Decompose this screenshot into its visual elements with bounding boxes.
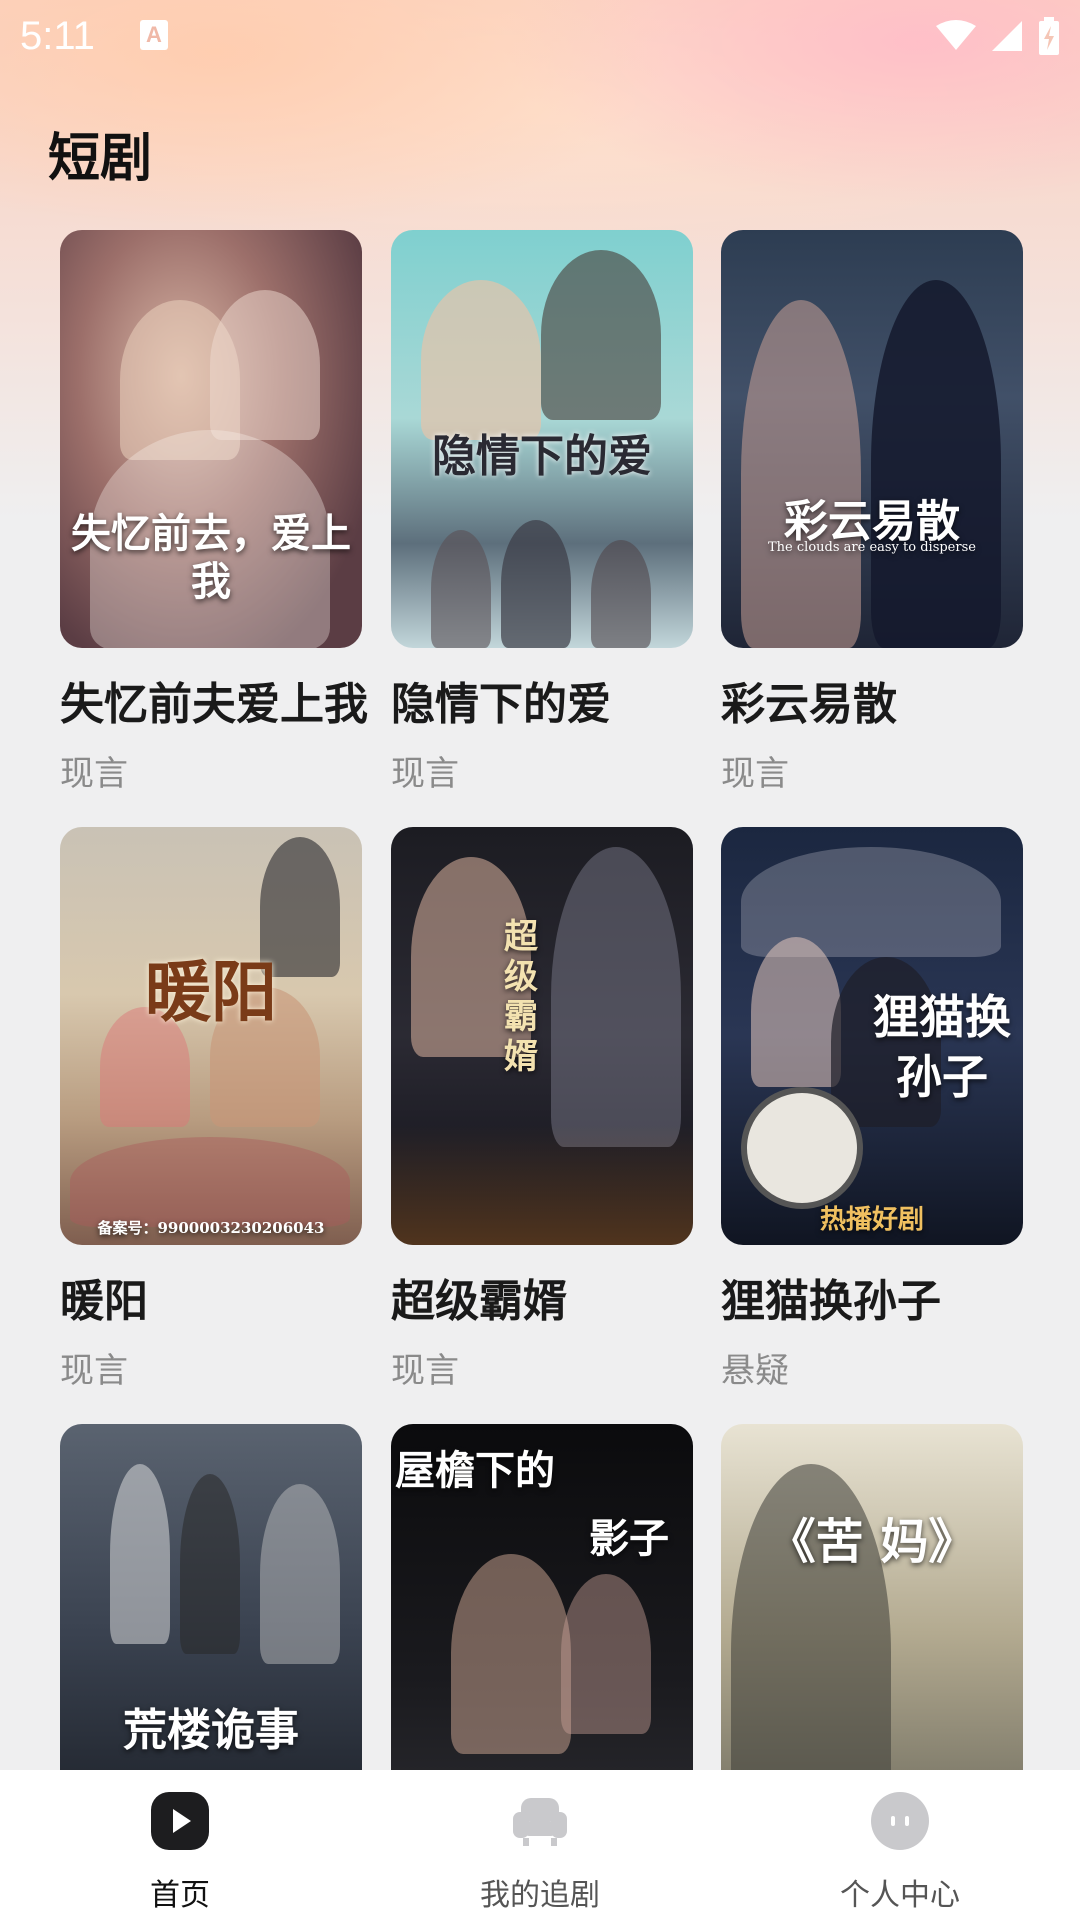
drama-genre: 悬疑 <box>721 1351 789 1391</box>
drama-title: 隐情下的爱 <box>391 679 611 730</box>
poster-figure <box>751 937 841 1087</box>
drama-card[interactable]: 隐情下的爱 隐情下的爱 现言 <box>391 230 693 795</box>
drama-genre: 现言 <box>60 754 128 794</box>
poster-figure <box>541 250 661 420</box>
drama-poster[interactable]: 超级霸婿 <box>391 827 693 1245</box>
poster-figure <box>451 1554 571 1754</box>
poster-figure <box>110 1464 170 1644</box>
drama-poster[interactable]: 隐情下的爱 <box>391 230 693 648</box>
nav-profile[interactable]: 个人中心 <box>720 1770 1080 1920</box>
drama-card[interactable]: 暖阳 备案号：99000032302060​43 暖阳 现言 <box>60 827 362 1392</box>
drama-poster[interactable]: 狸猫换孙子 热播好剧 <box>721 827 1023 1245</box>
poster-figure <box>551 847 681 1147</box>
sofa-icon <box>513 1798 567 1846</box>
poster-figure <box>871 280 1001 648</box>
nav-label: 我的追剧 <box>480 1878 600 1913</box>
drama-title: 超级霸婿 <box>391 1276 567 1327</box>
drama-genre: 现言 <box>721 754 789 794</box>
status-icons <box>936 14 1060 58</box>
battery-icon <box>1039 17 1059 55</box>
poster-title: 《苦 妈》 <box>767 1514 977 1570</box>
drama-title: 狸猫换孙子 <box>721 1276 941 1327</box>
poster-figure <box>180 1474 240 1654</box>
poster-subtitle: 备案号：99000032302060​43 <box>97 1219 325 1237</box>
drama-poster[interactable]: 暖阳 备案号：99000032302060​43 <box>60 827 362 1245</box>
nav-label: 首页 <box>150 1878 210 1913</box>
poster-title: 荒楼诡事 <box>123 1705 299 1756</box>
nav-home[interactable]: 首页 <box>0 1770 360 1920</box>
nav-label: 个人中心 <box>840 1878 960 1913</box>
poster-figure <box>210 290 320 440</box>
poster-figure <box>70 1137 350 1227</box>
poster-title: 暖阳 <box>145 953 277 1031</box>
poster-title: 狸猫换孙子 <box>873 990 1011 1104</box>
drama-poster[interactable]: 失忆前去，爱上我 <box>60 230 362 648</box>
poster-figure <box>431 530 491 648</box>
poster-figure <box>591 540 651 648</box>
poster-figure <box>421 280 541 440</box>
drama-genre: 现言 <box>391 754 459 794</box>
poster-figure <box>561 1574 651 1734</box>
face-icon <box>871 1792 929 1850</box>
status-bar: 5:11 A <box>0 0 1080 72</box>
poster-title-2: 影子 <box>589 1515 669 1562</box>
drama-card[interactable]: 狸猫换孙子 热播好剧 狸猫换孙子 悬疑 <box>721 827 1023 1392</box>
drama-title: 彩云易散 <box>721 679 897 730</box>
drama-card[interactable]: 失忆前去，爱上我 失忆前夫爱上我 现言 <box>60 230 368 795</box>
drama-card[interactable]: 超级霸婿 超级霸婿 现言 <box>391 827 693 1392</box>
poster-title: 隐情下的爱 <box>432 431 652 482</box>
poster-title: 失忆前去，爱上我 <box>71 510 351 605</box>
clock-icon <box>741 1087 863 1209</box>
play-icon <box>151 1792 209 1850</box>
poster-subtitle: The clouds are easy to disperse <box>768 540 976 555</box>
wifi-icon <box>936 20 976 50</box>
page-title: 短剧 <box>48 129 153 189</box>
drama-poster[interactable]: 彩云易散 The clouds are easy to disperse <box>721 230 1023 648</box>
drama-card[interactable]: 彩云易散 The clouds are easy to disperse 彩云易… <box>721 230 1023 795</box>
nav-my-dramas[interactable]: 我的追剧 <box>360 1770 720 1920</box>
notification-a-icon: A <box>140 20 168 50</box>
poster-subtitle: 热播好剧 <box>819 1205 924 1235</box>
app-root: 5:11 A 短剧 失忆前去，爱上我 失忆前夫爱上我 现言 隐情下的爱 隐情下的… <box>0 0 1080 1920</box>
poster-figure <box>501 520 571 648</box>
status-time: 5:11 <box>20 14 95 58</box>
bottom-nav: 首页 我的追剧 个人中心 <box>0 1770 1080 1920</box>
cellular-signal-icon <box>992 21 1022 51</box>
poster-title: 屋檐下的 <box>395 1447 555 1494</box>
drama-genre: 现言 <box>60 1351 128 1391</box>
poster-title: 超级霸婿 <box>504 917 538 1077</box>
poster-figure <box>741 300 861 648</box>
drama-title: 失忆前夫爱上我 <box>60 679 368 730</box>
drama-title: 暖阳 <box>60 1276 148 1327</box>
drama-genre: 现言 <box>391 1351 459 1391</box>
city-lights <box>391 1125 693 1245</box>
poster-figure <box>260 1484 340 1664</box>
